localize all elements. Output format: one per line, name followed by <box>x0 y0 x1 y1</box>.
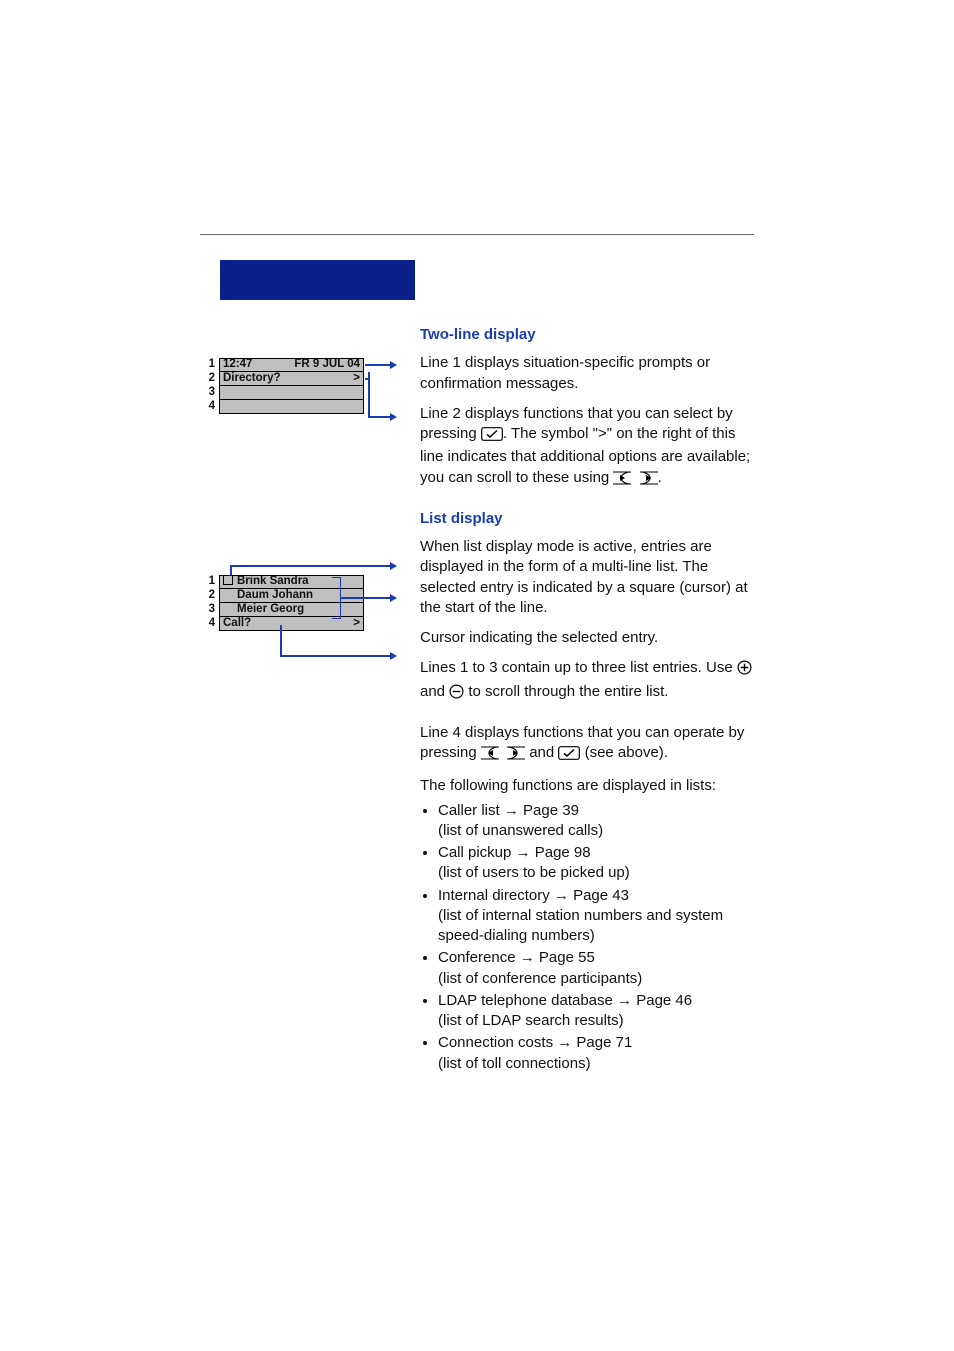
lcd-row-3 <box>219 386 364 400</box>
list-item: Call pickup → Page 98 (list of users to … <box>438 843 754 884</box>
paragraph: Line 1 displays situation-specific promp… <box>420 353 754 394</box>
paragraph: When list display mode is active, entrie… <box>420 537 754 618</box>
arrow-head-icon <box>390 562 397 570</box>
arrow-right-icon: → <box>520 949 535 966</box>
lcd-date: FR 9 JUL 04 <box>294 357 360 373</box>
text-run: . <box>658 469 662 486</box>
lcd-more-indicator: > <box>353 616 360 632</box>
func-label: Connection costs <box>438 1034 553 1051</box>
paragraph: Cursor indicating the selected entry. <box>420 628 754 648</box>
minus-key-icon <box>449 684 464 705</box>
lcd-row-4: Call? > <box>219 617 364 631</box>
list-item: Conference → Page 55 (list of conference… <box>438 948 754 989</box>
list-item: Connection costs → Page 71 (list of toll… <box>438 1033 754 1074</box>
lcd-function: Directory? <box>223 371 281 387</box>
lcd-function: Call? <box>223 616 251 632</box>
arrow-right-icon: → <box>557 1034 572 1051</box>
text-run: and <box>420 683 449 700</box>
arrow-right-icon: → <box>554 887 569 904</box>
left-key-icon <box>613 471 633 491</box>
line-number: 4 <box>200 399 219 415</box>
func-desc: (list of LDAP search results) <box>438 1012 624 1029</box>
lcd-more-indicator: > <box>353 371 360 387</box>
arrow-right-icon: → <box>504 802 519 819</box>
cursor-square-icon <box>223 575 233 585</box>
paragraph: Lines 1 to 3 contain up to three list en… <box>420 658 754 705</box>
plus-key-icon <box>737 660 752 681</box>
func-desc: (list of internal station numbers and sy… <box>438 907 723 944</box>
callout-line <box>280 625 282 655</box>
paragraph: The following functions are displayed in… <box>420 776 754 796</box>
func-label: Internal directory <box>438 887 550 904</box>
body-text: Two-line display Line 1 displays situati… <box>390 260 754 1151</box>
arrow-head-icon <box>390 413 397 421</box>
paragraph: Line 4 displays functions that you can o… <box>420 723 754 767</box>
check-key-icon <box>481 427 503 447</box>
arrow-head-icon <box>390 594 397 602</box>
callout-arrow <box>365 364 390 366</box>
arrow-right-icon: → <box>516 844 531 861</box>
callout-arrow <box>340 597 390 599</box>
right-key-icon <box>638 471 658 491</box>
lcd-figure-list: 1 Brink Sandra 2 Daum Johann 3 Meier Geo… <box>200 575 364 631</box>
func-label: LDAP telephone database <box>438 992 613 1009</box>
subhead-two-line: Two-line display <box>420 325 754 345</box>
text-run: to scroll through the entire list. <box>464 683 668 700</box>
func-desc: (list of unanswered calls) <box>438 822 603 839</box>
list-item: Caller list → Page 39 (list of unanswere… <box>438 801 754 842</box>
page-ref: Page 46 <box>636 992 692 1009</box>
arrow-head-icon <box>390 652 397 660</box>
text-run: (see above). <box>580 744 668 761</box>
func-desc: (list of toll connections) <box>438 1055 591 1072</box>
check-key-icon <box>558 746 580 766</box>
blue-bar <box>220 260 415 300</box>
list-entry-text: Brink Sandra <box>237 575 309 587</box>
callout-tick <box>365 378 369 380</box>
func-label: Caller list <box>438 802 500 819</box>
func-label: Conference <box>438 949 516 966</box>
page-ref: Page 39 <box>523 802 579 819</box>
right-key-icon <box>505 746 525 766</box>
page-ref: Page 43 <box>573 887 629 904</box>
function-list: Caller list → Page 39 (list of unanswere… <box>420 801 754 1074</box>
callout-arrow <box>280 655 390 657</box>
paragraph: Line 2 displays functions that you can s… <box>420 404 754 491</box>
callout-arrow <box>368 416 390 418</box>
list-item: Internal directory → Page 43 (list of in… <box>438 886 754 947</box>
lcd-figure-two-line: 1 12:47 FR 9 JUL 04 2 Directory? > 3 <box>200 358 364 414</box>
subhead-list-display: List display <box>420 509 754 529</box>
arrow-right-icon: → <box>617 992 632 1009</box>
lcd-row-2: Directory? > <box>219 372 364 386</box>
func-label: Call pickup <box>438 844 511 861</box>
left-column: 1 12:47 FR 9 JUL 04 2 Directory? > 3 <box>200 260 390 1151</box>
page-ref: Page 71 <box>576 1034 632 1051</box>
func-desc: (list of conference participants) <box>438 970 642 987</box>
page-ref: Page 55 <box>539 949 595 966</box>
text-run: Lines 1 to 3 contain up to three list en… <box>420 659 737 676</box>
header-rule <box>200 234 754 235</box>
text-run: and <box>525 744 558 761</box>
arrow-head-icon <box>390 361 397 369</box>
func-desc: (list of users to be picked up) <box>438 864 630 881</box>
line-number: 4 <box>200 616 219 632</box>
left-key-icon <box>481 746 501 766</box>
list-item: LDAP telephone database → Page 46 (list … <box>438 991 754 1032</box>
page-ref: Page 98 <box>535 844 591 861</box>
callout-arrow <box>230 565 390 567</box>
lcd-row-4 <box>219 400 364 414</box>
